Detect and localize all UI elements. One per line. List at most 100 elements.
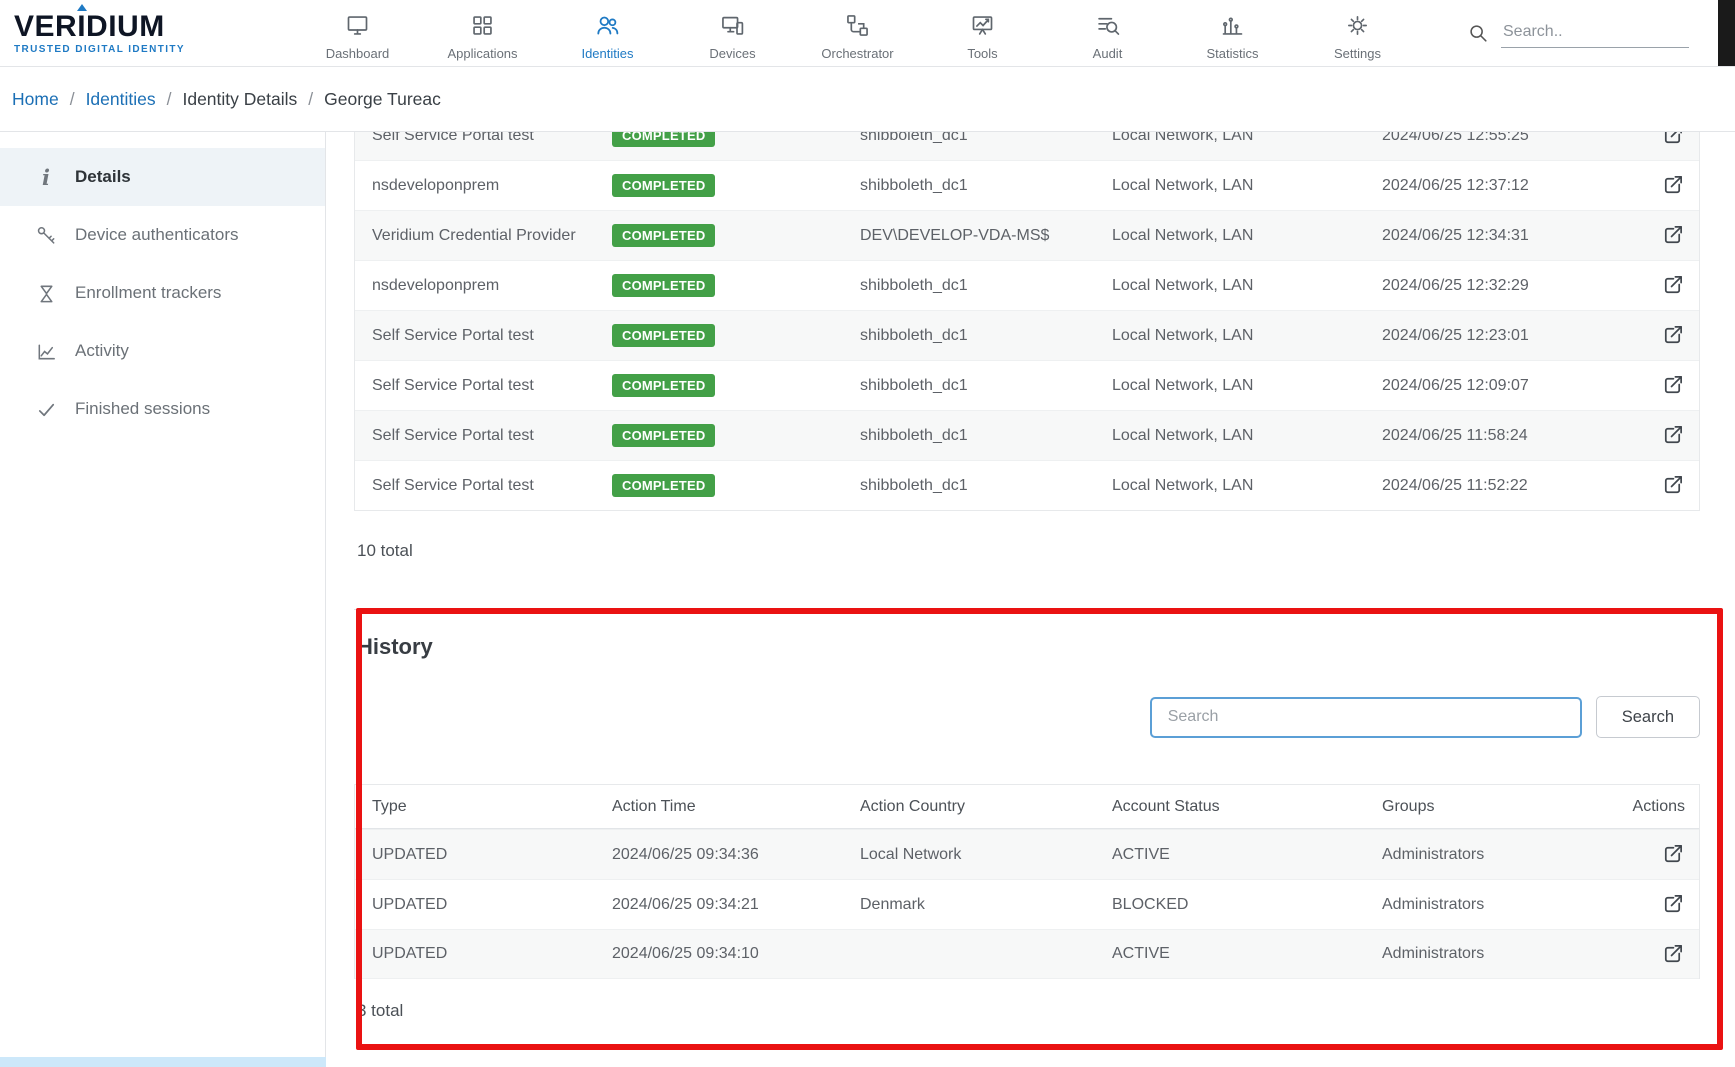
statistics-icon xyxy=(1219,12,1246,39)
session-location: Local Network, LAN xyxy=(1112,327,1382,345)
veridium-logo: VERIDIUM TRUSTED DIGITAL IDENTITY xyxy=(14,12,239,55)
check-icon xyxy=(34,398,58,421)
status-badge: COMPLETED xyxy=(612,132,715,147)
nav-label: Identities xyxy=(581,46,633,61)
sidebar-item-label: Device authenticators xyxy=(75,225,238,245)
open-session-button[interactable] xyxy=(1659,473,1685,499)
nav-item-orchestrator[interactable]: Orchestrator xyxy=(795,6,920,61)
session-row: Self Service Portal test COMPLETED shibb… xyxy=(355,410,1699,460)
nav-label: Applications xyxy=(447,46,517,61)
nav-label: Statistics xyxy=(1206,46,1258,61)
nav-item-dashboard[interactable]: Dashboard xyxy=(295,6,420,61)
session-name: Self Service Portal test xyxy=(372,377,612,395)
status-badge: COMPLETED xyxy=(612,324,715,347)
breadcrumb-identity-details: Identity Details xyxy=(182,89,297,110)
sidebar-item-activity[interactable]: Activity xyxy=(0,322,325,380)
column-header-action-country: Action Country xyxy=(860,798,1112,816)
global-search-input[interactable] xyxy=(1501,19,1689,48)
hourglass-icon xyxy=(34,282,58,305)
brand-name: VERIDIUM xyxy=(14,12,239,42)
history-search-input[interactable] xyxy=(1150,697,1582,738)
session-time: 2024/06/25 12:55:25 xyxy=(1382,132,1615,145)
session-location: Local Network, LAN xyxy=(1112,227,1382,245)
nav-label: Tools xyxy=(967,46,997,61)
column-header-type: Type xyxy=(372,798,612,816)
session-name: Self Service Portal test xyxy=(372,477,612,495)
history-action-time: 2024/06/25 09:34:21 xyxy=(612,896,860,914)
session-server: shibboleth_dc1 xyxy=(860,277,1112,295)
nav-item-settings[interactable]: Settings xyxy=(1295,6,1420,61)
window-corner xyxy=(1718,0,1735,66)
column-header-action-time: Action Time xyxy=(612,798,860,816)
breadcrumb-identities[interactable]: Identities xyxy=(86,89,156,110)
breadcrumb: Home / Identities / Identity Details / G… xyxy=(0,67,1735,132)
session-location: Local Network, LAN xyxy=(1112,377,1382,395)
session-time: 2024/06/25 12:09:07 xyxy=(1382,377,1615,395)
status-badge: COMPLETED xyxy=(612,174,715,197)
sidebar-horizontal-scrollbar[interactable] xyxy=(0,1057,326,1067)
nav-label: Settings xyxy=(1334,46,1381,61)
session-time: 2024/06/25 12:23:01 xyxy=(1382,327,1615,345)
open-history-entry-button[interactable] xyxy=(1659,892,1685,918)
session-location: Local Network, LAN xyxy=(1112,427,1382,445)
history-groups: Administrators xyxy=(1382,846,1615,864)
nav-item-audit[interactable]: Audit xyxy=(1045,6,1170,61)
session-name: Self Service Portal test xyxy=(372,327,612,345)
open-session-button[interactable] xyxy=(1659,273,1685,299)
sidebar-item-finished-sessions[interactable]: Finished sessions xyxy=(0,380,325,438)
session-location: Local Network, LAN xyxy=(1112,132,1382,145)
open-session-button[interactable] xyxy=(1659,223,1685,249)
session-server: shibboleth_dc1 xyxy=(860,177,1112,195)
open-session-button[interactable] xyxy=(1659,423,1685,449)
session-row: Self Service Portal test COMPLETED shibb… xyxy=(355,460,1699,510)
open-session-button[interactable] xyxy=(1659,173,1685,199)
session-location: Local Network, LAN xyxy=(1112,277,1382,295)
sidebar-item-label: Activity xyxy=(75,341,129,361)
history-section: History Search Type Action Time Action C… xyxy=(354,609,1700,1021)
sidebar-item-device-authenticators[interactable]: Device authenticators xyxy=(0,206,325,264)
open-session-button[interactable] xyxy=(1659,323,1685,349)
session-server: shibboleth_dc1 xyxy=(860,327,1112,345)
search-icon xyxy=(1467,22,1489,44)
session-location: Local Network, LAN xyxy=(1112,477,1382,495)
sidebar-item-details[interactable]: i Details xyxy=(0,148,325,206)
nav-item-identities[interactable]: Identities xyxy=(545,6,670,61)
session-time: 2024/06/25 12:34:31 xyxy=(1382,227,1615,245)
nav-item-statistics[interactable]: Statistics xyxy=(1170,6,1295,61)
history-type: UPDATED xyxy=(372,846,612,864)
devices-icon xyxy=(719,12,746,39)
session-server: shibboleth_dc1 xyxy=(860,132,1112,145)
history-type: UPDATED xyxy=(372,896,612,914)
history-type: UPDATED xyxy=(372,945,612,963)
history-table-header: Type Action Time Action Country Account … xyxy=(355,785,1699,829)
sidebar-item-label: Enrollment trackers xyxy=(75,283,221,303)
nav-item-tools[interactable]: Tools xyxy=(920,6,1045,61)
session-row: Veridium Credential Provider COMPLETED D… xyxy=(355,210,1699,260)
open-session-button[interactable] xyxy=(1659,132,1685,149)
breadcrumb-home[interactable]: Home xyxy=(12,89,59,110)
open-history-entry-button[interactable] xyxy=(1659,941,1685,967)
history-table: Type Action Time Action Country Account … xyxy=(354,784,1700,979)
nav-item-devices[interactable]: Devices xyxy=(670,6,795,61)
history-search-bar: Search xyxy=(354,696,1700,738)
session-time: 2024/06/25 12:37:12 xyxy=(1382,177,1615,195)
finished-sessions-section: Self Service Portal test COMPLETED shibb… xyxy=(354,132,1700,561)
sidebar-item-enrollment-trackers[interactable]: Enrollment trackers xyxy=(0,264,325,322)
nav-item-applications[interactable]: Applications xyxy=(420,6,545,61)
session-row: Self Service Portal test COMPLETED shibb… xyxy=(355,310,1699,360)
open-session-button[interactable] xyxy=(1659,373,1685,399)
history-action-time: 2024/06/25 09:34:36 xyxy=(612,846,860,864)
history-search-button[interactable]: Search xyxy=(1596,696,1700,738)
history-action-time: 2024/06/25 09:34:10 xyxy=(612,945,860,963)
applications-icon xyxy=(469,12,496,39)
info-icon: i xyxy=(34,167,58,188)
status-badge: COMPLETED xyxy=(612,374,715,397)
orchestrator-icon xyxy=(844,12,871,39)
history-account-status: ACTIVE xyxy=(1112,945,1382,963)
session-time: 2024/06/25 12:32:29 xyxy=(1382,277,1615,295)
settings-icon xyxy=(1344,12,1371,39)
open-history-entry-button[interactable] xyxy=(1659,842,1685,868)
nav-label: Devices xyxy=(709,46,755,61)
sidebar-item-label: Details xyxy=(75,167,131,187)
status-badge: COMPLETED xyxy=(612,424,715,447)
